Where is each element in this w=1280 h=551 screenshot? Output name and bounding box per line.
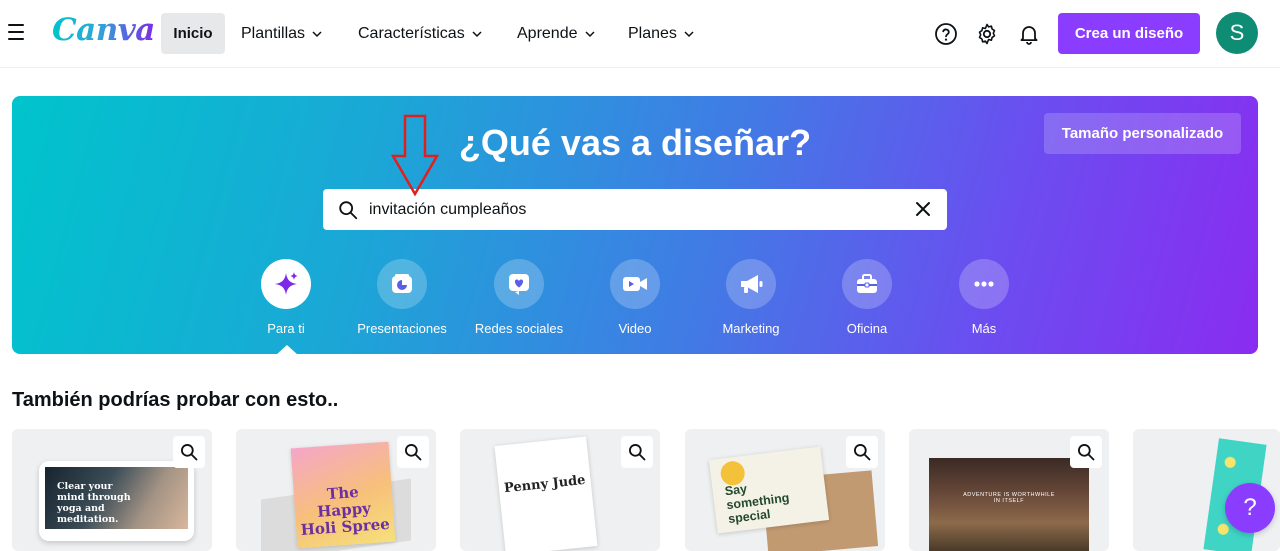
category-circle [494,259,544,309]
search-icon [405,444,422,461]
category-video[interactable]: Video [577,259,693,336]
search-icon [181,444,198,461]
category-para-ti[interactable]: Para ti [228,259,344,336]
nav-aprende[interactable]: Aprende [517,13,596,54]
annotation-arrow-icon [390,114,440,196]
search-input[interactable] [369,200,869,219]
active-category-pointer [276,345,298,354]
chevron-down-icon [472,30,482,37]
category-circle [726,259,776,309]
preview-button[interactable] [846,436,878,468]
notifications-button[interactable] [1014,19,1044,49]
bell-icon [1020,26,1038,45]
card-thumbnail: Penny Jude [494,436,598,551]
category-marketing[interactable]: Marketing [693,259,809,336]
suggestion-card[interactable]: ADVENTURE IS WORTHWHILE IN ITSELF [909,429,1109,551]
category-circle [261,259,311,309]
hero-banner: ¿Qué vas a diseñar? Tamaño personalizado… [12,96,1258,354]
briefcase-icon [857,274,877,293]
nav-inicio[interactable]: Inicio [161,13,225,54]
suggestion-card[interactable]: Clear your mind through yoga and meditat… [12,429,212,551]
category-label: Más [971,321,997,336]
card-text: Clear your mind through yoga and meditat… [57,481,131,525]
chevron-down-icon [312,30,322,37]
category-circle [377,259,427,309]
nav-plantillas-label: Plantillas [241,24,306,42]
card-text: Penny Jude [503,472,587,497]
chevron-down-icon [584,30,595,37]
custom-size-button[interactable]: Tamaño personalizado [1044,113,1241,154]
category-label: Redes sociales [474,321,564,336]
sparkle-icon [275,272,298,295]
suggestions-title: También podrías probar con esto.. [12,389,339,411]
search-icon [629,444,646,461]
heart-icon [509,274,529,295]
category-label: Presentaciones [357,321,447,336]
category-circle [842,259,892,309]
nav-planes-label: Planes [628,24,677,42]
search-icon [339,200,358,219]
category-circle [610,259,660,309]
presentation-icon [392,274,412,293]
card-text: ADVENTURE IS WORTHWHILE IN ITSELF [963,492,1055,504]
category-label: Para ti [267,321,305,336]
more-icon [974,281,994,287]
help-button[interactable] [931,19,961,49]
card-text: The Happy Holi Spree [300,482,391,540]
category-redes-sociales[interactable]: Redes sociales [461,259,577,336]
nav-inicio-label: Inicio [173,25,213,42]
card-text: Say something special [723,481,791,527]
preview-button[interactable] [397,436,429,468]
category-presentaciones[interactable]: Presentaciones [344,259,460,336]
chevron-down-icon [684,30,694,37]
close-icon[interactable] [913,199,933,219]
category-label: Video [618,321,652,336]
hamburger-menu-icon[interactable] [8,24,24,42]
card-thumbnail: Clear your mind through yoga and meditat… [39,461,194,541]
nav-plantillas[interactable]: Plantillas [241,13,323,54]
category-shortcuts: Para ti Presentaciones Redes sociales Vi… [12,259,1258,349]
gear-icon [978,23,996,45]
card-thumbnail: The Happy Holi Spree [290,441,396,549]
card-image: Clear your mind through yoga and meditat… [45,467,188,529]
create-design-button[interactable]: Crea un diseño [1058,13,1200,54]
card-thumbnail: Say something special [708,446,830,534]
canva-logo[interactable]: Canva [52,12,155,48]
megaphone-icon [741,275,763,293]
help-icon [935,23,957,45]
top-navigation-bar: Canva Inicio Plantillas Características … [0,0,1280,68]
video-icon [623,277,647,291]
nav-caracteristicas-label: Características [358,24,465,42]
search-icon [1078,444,1095,461]
suggestion-card[interactable]: The Happy Holi Spree [236,429,436,551]
nav-caracteristicas[interactable]: Características [358,13,483,54]
suggestion-card[interactable]: Say something special [685,429,885,551]
category-oficina[interactable]: Oficina [809,259,925,336]
card-thumbnail: ADVENTURE IS WORTHWHILE IN ITSELF [929,458,1089,551]
search-icon [854,444,871,461]
category-label: Marketing [722,321,780,336]
floating-help-button[interactable]: ? [1225,483,1275,533]
preview-button[interactable] [1070,436,1102,468]
suggestion-card[interactable]: Penny Jude [460,429,660,551]
category-mas[interactable]: Más [926,259,1042,336]
settings-button[interactable] [972,19,1002,49]
preview-button[interactable] [173,436,205,468]
nav-planes[interactable]: Planes [628,13,695,54]
avatar[interactable]: S [1216,12,1258,54]
preview-button[interactable] [621,436,653,468]
category-label: Oficina [846,321,888,336]
category-circle [959,259,1009,309]
nav-aprende-label: Aprende [517,24,578,42]
